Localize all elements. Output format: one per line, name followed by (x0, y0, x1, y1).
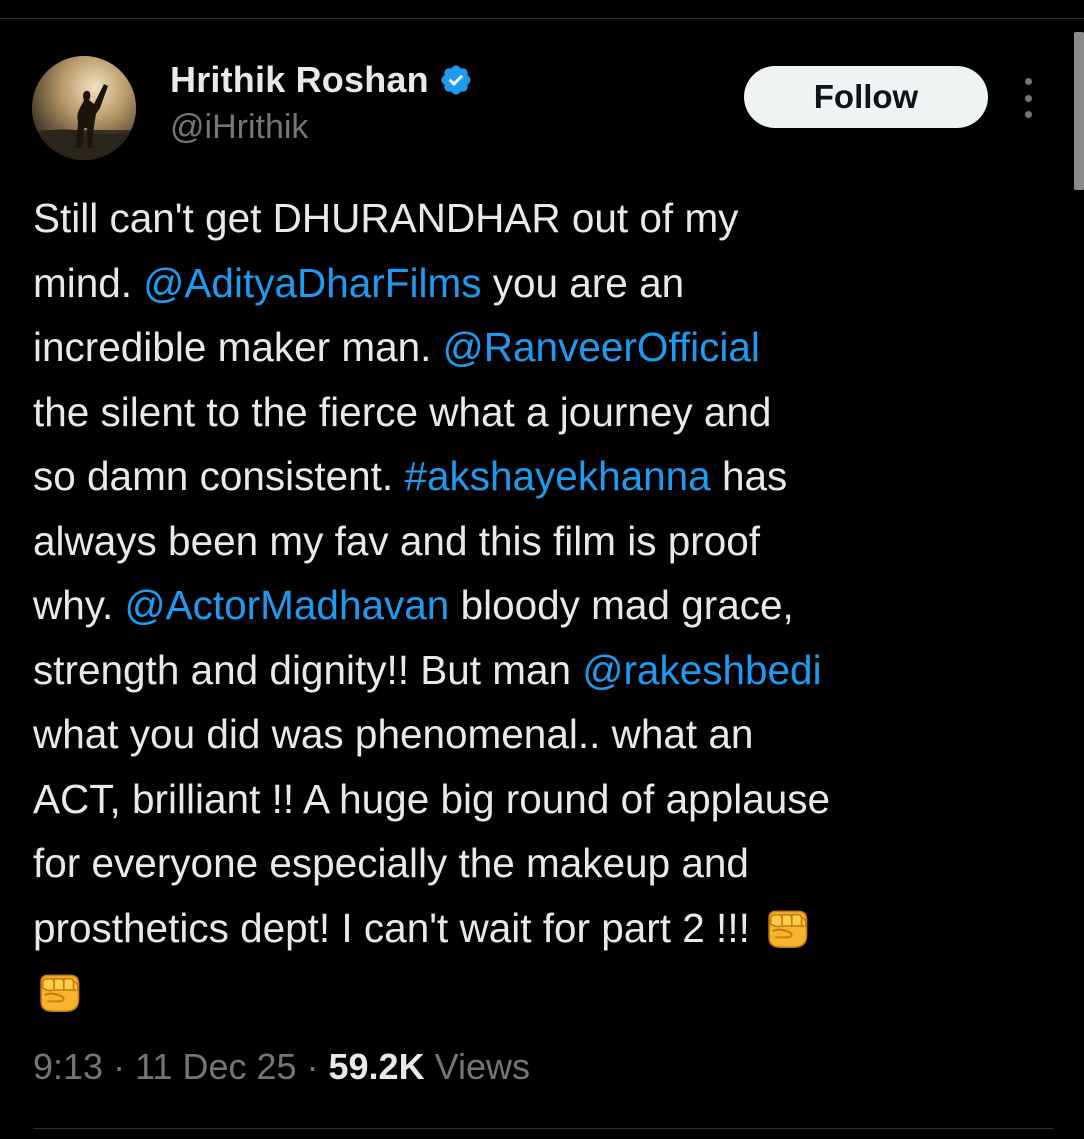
tweet-line: prosthetics dept! I can't wait for part … (33, 896, 1053, 961)
mention-link[interactable]: @AdityaDharFilms (143, 260, 481, 306)
views-label: Views (424, 1046, 530, 1087)
tweet-text-segment: bloody mad grace, (449, 582, 794, 628)
oncoming-fist-icon (761, 900, 813, 952)
tweet: Hrithik Roshan @iHrithik Follow Still ca… (0, 0, 1084, 1139)
more-options-icon[interactable] (1016, 78, 1040, 118)
tweet-text-segment: always been my fav and this film is proo… (33, 517, 761, 564)
tweet-line: Still can't get DHURANDHAR out of my (33, 186, 1053, 251)
tweet-line: so damn consistent. #akshayekhanna has (33, 444, 1053, 509)
mention-link[interactable]: @RanveerOfficial (443, 324, 760, 370)
tweet-text-segment: what you did was phenomenal.. what an (33, 711, 754, 757)
tweet-text-segment: you are an (481, 259, 685, 306)
avatar[interactable] (32, 56, 136, 160)
meta-separator: · (103, 1046, 136, 1087)
tweet-text-segment: incredible maker man. (33, 324, 443, 370)
tweet-line: the silent to the fierce what a journey … (33, 380, 1053, 445)
tweet-text-segment: Still can't get DHURANDHAR out of my (33, 195, 739, 241)
views-count: 59.2K (328, 1046, 425, 1087)
tweet-line: ACT, brilliant !! A huge big round of ap… (33, 767, 1053, 832)
bottom-divider (33, 1128, 1053, 1129)
author-handle[interactable]: @iHrithik (170, 108, 308, 147)
mention-link[interactable]: @ActorMadhavan (125, 582, 450, 628)
hashtag-link[interactable]: #akshayekhanna (404, 453, 710, 499)
tweet-text-segment: has (710, 453, 788, 499)
author-name-row: Hrithik Roshan (170, 58, 473, 102)
tweet-line: always been my fav and this film is proo… (33, 509, 1053, 574)
tweet-text-segment: why. (33, 582, 125, 628)
tweet-meta: 9:13 · 11 Dec 25 · 59.2K Views (33, 1046, 530, 1088)
tweet-line: strength and dignity!! But man @rakeshbe… (33, 638, 1053, 703)
tweet-text-segment: the silent to the fierce what a journey … (33, 388, 772, 435)
author-display-name[interactable]: Hrithik Roshan (170, 59, 429, 101)
tweet-text: Still can't get DHURANDHAR out of my mind… (33, 186, 1053, 1025)
avatar-image (32, 56, 136, 160)
tweet-line: why. @ActorMadhavan bloody mad grace, (33, 573, 1053, 638)
tweet-line: what you did was phenomenal.. what an (33, 702, 1053, 767)
tweet-text-segment: prosthetics dept! I can't wait for part … (33, 904, 762, 951)
tweet-text-segment: strength and dignity!! But man (33, 646, 583, 693)
tweet-text-segment: mind. (33, 259, 144, 306)
tweet-text-segment: ACT, brilliant !! A huge big round of ap… (33, 775, 831, 822)
tweet-line: for everyone especially the makeup and (33, 831, 1053, 896)
verified-badge-icon (441, 65, 471, 95)
oncoming-fist-icon (33, 964, 85, 1016)
tweet-text-segment: for everyone especially the makeup and (33, 840, 749, 886)
tweet-line: mind. @AdityaDharFilms you are an (33, 251, 1053, 316)
meta-separator: · (296, 1046, 329, 1087)
tweet-line (33, 960, 1053, 1025)
tweet-text-segment: so damn consistent. (33, 453, 405, 499)
tweet-line: incredible maker man. @RanveerOfficial (33, 315, 1053, 380)
tweet-date[interactable]: 11 Dec 25 (135, 1046, 296, 1087)
mention-link[interactable]: @rakeshbedi (582, 647, 821, 693)
tweet-time[interactable]: 9:13 (33, 1046, 103, 1087)
follow-button[interactable]: Follow (744, 66, 988, 128)
